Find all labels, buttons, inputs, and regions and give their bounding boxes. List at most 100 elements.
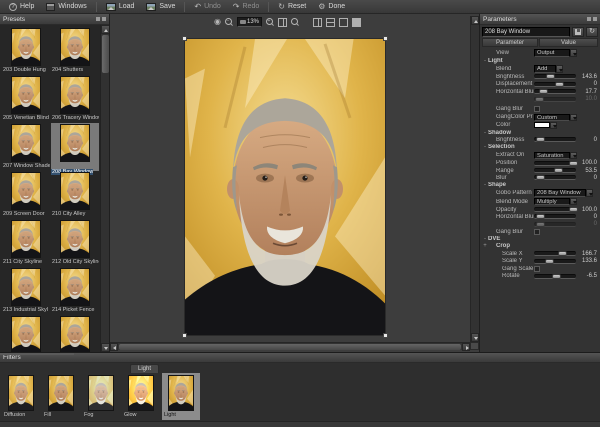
column-value[interactable]: Value <box>539 38 598 47</box>
view-dropdown[interactable]: Output <box>534 49 577 57</box>
blend-mode-dropdown[interactable]: Multiply <box>534 198 577 206</box>
view-layout-horizontal-icon[interactable] <box>326 18 335 27</box>
help-button[interactable]: ? Help <box>4 1 39 13</box>
transform-handle-top-right[interactable] <box>383 36 388 41</box>
transform-handle-top-left[interactable] <box>182 36 187 41</box>
windows-button[interactable]: Windows <box>41 1 91 13</box>
reset-button[interactable]: ↻ Reset <box>273 1 311 13</box>
preview-image[interactable] <box>184 38 386 336</box>
scrollbar-thumb[interactable] <box>102 35 109 73</box>
preset-item[interactable] <box>2 315 50 352</box>
chevron-down-icon[interactable] <box>570 152 577 160</box>
zoom-fit-icon[interactable] <box>291 18 299 26</box>
filter-item-fill[interactable]: Fill <box>42 373 80 420</box>
compare-split-icon[interactable] <box>278 18 287 27</box>
scroll-down-icon[interactable] <box>471 333 479 342</box>
preset-item[interactable]: 214 Picket Fence <box>51 267 99 315</box>
gangcolor-dropdown[interactable]: Custom <box>534 114 577 122</box>
load-button[interactable]: Load <box>101 1 140 13</box>
preset-name-input[interactable]: 208 Bay Window <box>482 27 570 37</box>
redo-button[interactable]: ↷ Redo <box>228 1 264 13</box>
expand-icon[interactable]: + <box>482 243 488 249</box>
extract-on-dropdown[interactable]: Saturation <box>534 152 577 160</box>
group-row-dve[interactable]: - DVE <box>482 235 598 242</box>
transform-handle-bottom-left[interactable] <box>182 333 187 338</box>
chevron-down-icon[interactable] <box>550 122 557 129</box>
group-row-selection[interactable]: - Selection <box>482 144 598 151</box>
done-button[interactable]: ⚙ Done <box>313 1 350 13</box>
shadow-brightness-slider[interactable] <box>534 137 576 142</box>
preset-item[interactable]: 212 Old City Skyline <box>51 219 99 267</box>
preset-item[interactable]: 205 Venetian Blind <box>2 75 50 123</box>
view-layout-vertical-icon[interactable] <box>313 18 322 27</box>
scroll-right-icon[interactable] <box>462 343 470 351</box>
save-preset-button[interactable] <box>572 27 584 37</box>
zoom-in-icon[interactable]: + <box>266 18 274 26</box>
gang-scale-checkbox[interactable] <box>534 266 540 272</box>
scale-x-slider[interactable] <box>534 251 576 256</box>
zoom-level-box[interactable]: 13% <box>237 17 262 27</box>
chevron-down-icon[interactable] <box>586 189 593 197</box>
group-row-shape[interactable]: - Shape <box>482 182 598 189</box>
group-row-shadow[interactable]: - Shadow <box>482 129 598 136</box>
view-layout-single-icon[interactable] <box>339 18 348 27</box>
gobo-pattern-dropdown[interactable]: 208 Bay Window <box>534 189 593 197</box>
panel-close-icon[interactable] <box>102 17 106 21</box>
preset-item[interactable]: 209 Screen Door <box>2 171 50 219</box>
preset-item[interactable]: 204 Shutters <box>51 27 99 75</box>
group-row-light[interactable]: - Light <box>482 57 598 64</box>
panel-close-icon[interactable] <box>593 17 597 21</box>
canvas-vertical-scrollbar[interactable] <box>470 16 479 342</box>
range-slider[interactable] <box>534 168 576 173</box>
column-parameter[interactable]: Parameter <box>482 38 538 47</box>
selection-blur-slider[interactable] <box>534 175 576 180</box>
displacement-slider[interactable] <box>534 82 576 87</box>
filters-bottom-scrollbar[interactable] <box>0 421 600 427</box>
preset-item[interactable]: 210 City Alley <box>51 171 99 219</box>
blend-dropdown[interactable]: Add <box>534 65 563 73</box>
panel-pin-icon[interactable] <box>96 17 100 21</box>
color-compare-icon[interactable]: ◉ <box>214 17 221 27</box>
undo-button[interactable]: ↶ Undo <box>189 1 225 13</box>
color-swatch[interactable] <box>534 122 550 128</box>
preset-item[interactable]: 211 City Skyline <box>2 219 50 267</box>
scroll-up-icon[interactable] <box>471 16 479 25</box>
preset-item[interactable] <box>51 315 99 352</box>
chevron-down-icon[interactable] <box>570 198 577 206</box>
filter-category-tab[interactable]: Light <box>130 364 159 373</box>
chevron-down-icon[interactable] <box>570 114 577 122</box>
position-slider[interactable] <box>534 161 576 166</box>
scroll-left-icon[interactable] <box>110 343 118 351</box>
view-layout-full-icon[interactable] <box>352 18 361 27</box>
shape-gang-blur-checkbox[interactable] <box>534 229 540 235</box>
reset-preset-button[interactable]: ↻ <box>586 27 598 37</box>
chevron-down-icon[interactable] <box>556 65 563 73</box>
opacity-slider[interactable] <box>534 207 576 212</box>
presets-scrollbar[interactable] <box>100 25 109 352</box>
brightness-slider[interactable] <box>534 74 576 79</box>
panel-pin-icon[interactable] <box>587 17 591 21</box>
scroll-up-icon[interactable] <box>101 25 109 34</box>
filter-item-fog[interactable]: Fog <box>82 373 120 420</box>
filter-item-diffusion[interactable]: Diffusion <box>2 373 40 420</box>
scale-y-slider[interactable] <box>534 259 576 264</box>
scrollbar-thumb[interactable] <box>119 344 461 350</box>
preset-item[interactable]: 213 Industrial Skyl <box>2 267 50 315</box>
scroll-down-icon[interactable] <box>101 343 109 352</box>
zoom-out-icon[interactable]: − <box>225 18 233 26</box>
filter-item-glow[interactable]: Glow <box>122 373 160 420</box>
filter-item-light-selected[interactable]: Light <box>162 373 200 420</box>
group-row-crop[interactable]: + Crop <box>482 243 598 250</box>
preset-item-selected[interactable]: 208 Bay Window <box>51 123 99 171</box>
preset-item[interactable]: 207 Window Shades <box>2 123 50 171</box>
canvas-horizontal-scrollbar[interactable] <box>110 342 470 350</box>
shape-horizontal-blur-slider[interactable] <box>534 214 576 219</box>
preset-item[interactable]: 206 Tracery Window <box>51 75 99 123</box>
chevron-down-icon[interactable] <box>570 49 577 57</box>
preset-item[interactable]: 203 Double Hung <box>2 27 50 75</box>
transform-handle-bottom-right[interactable] <box>383 333 388 338</box>
gang-blur-checkbox[interactable] <box>534 106 540 112</box>
rotate-slider[interactable] <box>534 274 576 279</box>
horizontal-blur-slider[interactable] <box>534 89 576 94</box>
save-button[interactable]: Save <box>141 1 180 13</box>
